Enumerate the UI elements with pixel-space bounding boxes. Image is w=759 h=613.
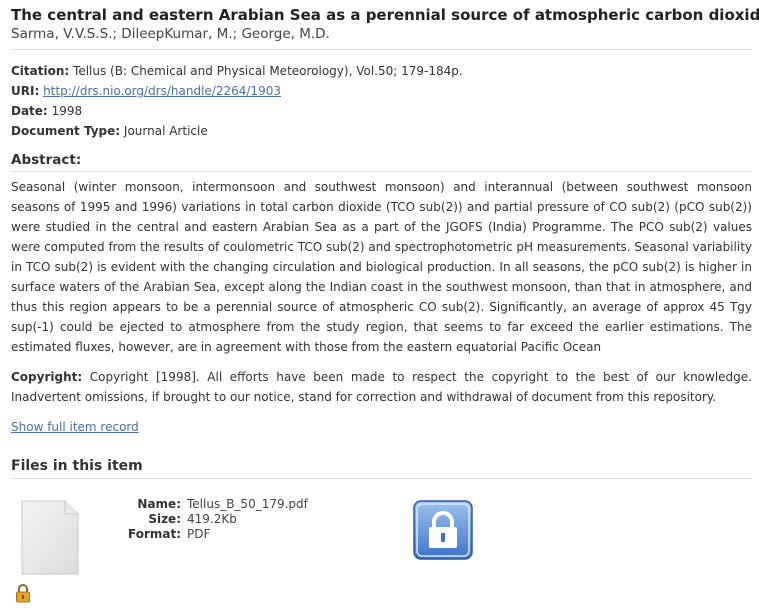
file-format-label: Format: <box>127 527 181 541</box>
access-lock-icon[interactable] <box>413 500 473 560</box>
copyright-block: Copyright: Copyright [1998]. All efforts… <box>11 367 752 407</box>
file-name-value: Tellus_B_50_179.pdf <box>187 497 308 511</box>
full-record-row: Show full item record <box>11 417 752 437</box>
uri-row: URI: http://drs.nio.org/drs/handle/2264/… <box>11 81 752 101</box>
copyright-text: Copyright [1998]. All efforts have been … <box>11 370 752 404</box>
doctype-label: Document Type: <box>11 124 121 138</box>
date-label: Date: <box>11 104 48 118</box>
abstract-heading: Abstract: <box>11 152 82 168</box>
uri-link[interactable]: http://drs.nio.org/drs/handle/2264/1903 <box>43 84 281 98</box>
item-view: The central and eastern Arabian Sea as a… <box>11 0 759 613</box>
citation-value: Tellus (B: Chemical and Physical Meteoro… <box>73 64 463 78</box>
files-heading: Files in this item <box>11 458 143 474</box>
file-name-row: Name: Tellus_B_50_179.pdf <box>105 497 308 512</box>
citation-label: Citation: <box>11 64 70 78</box>
copyright-label: Copyright: <box>11 370 83 384</box>
doctype-value: Journal Article <box>123 124 208 138</box>
divider <box>11 478 752 479</box>
metadata-block: Citation: Tellus (B: Chemical and Physic… <box>11 61 752 141</box>
item-authors: Sarma, V.V.S.S.; DileepKumar, M.; George… <box>11 26 330 42</box>
document-thumbnail-icon[interactable] <box>21 500 79 575</box>
file-format-row: Format: PDF <box>105 527 308 542</box>
divider <box>11 49 752 50</box>
file-size-value: 419.2Kb <box>187 512 237 526</box>
abstract-text: Seasonal (winter monsoon, intermonsoon a… <box>11 180 752 354</box>
file-size-row: Size: 419.2Kb <box>105 512 308 527</box>
date-row: Date: 1998 <box>11 101 752 121</box>
restricted-lock-icon <box>15 584 31 603</box>
file-name-label: Name: <box>137 497 181 511</box>
file-info: Name: Tellus_B_50_179.pdf Size: 419.2Kb … <box>105 497 308 542</box>
show-full-record-link[interactable]: Show full item record <box>11 420 139 434</box>
doctype-row: Document Type: Journal Article <box>11 121 752 141</box>
file-format-value: PDF <box>187 527 211 541</box>
date-value: 1998 <box>51 104 83 118</box>
file-size-label: Size: <box>148 512 181 526</box>
divider <box>11 171 752 172</box>
item-title: The central and eastern Arabian Sea as a… <box>11 6 759 24</box>
file-entry: Name: Tellus_B_50_179.pdf Size: 419.2Kb … <box>11 483 752 613</box>
citation-row: Citation: Tellus (B: Chemical and Physic… <box>11 61 752 81</box>
uri-label: URI: <box>11 84 40 98</box>
